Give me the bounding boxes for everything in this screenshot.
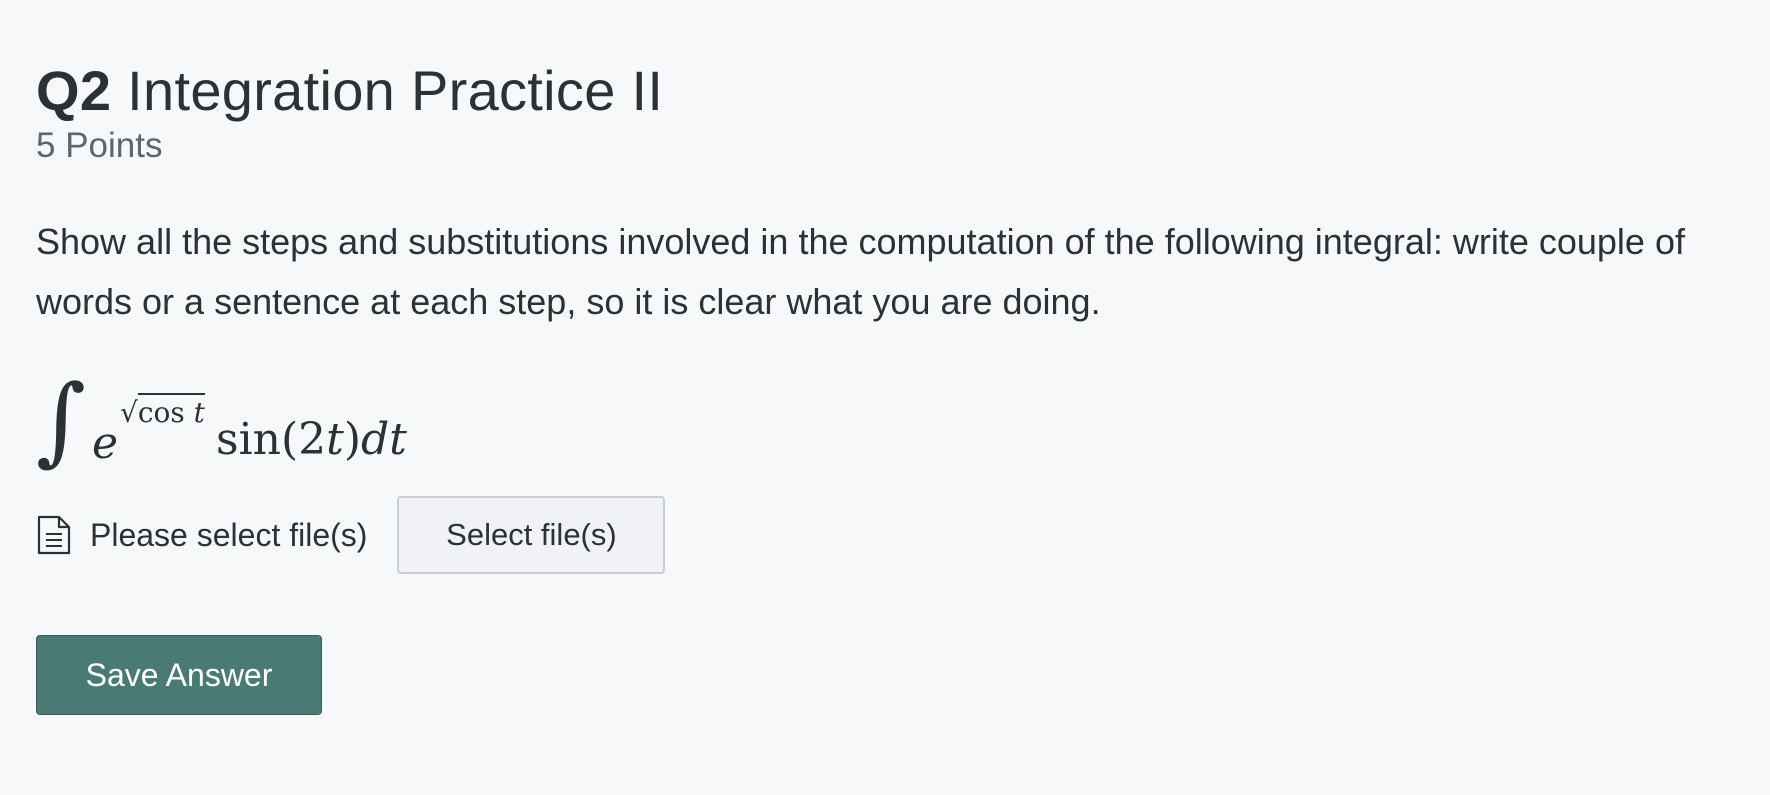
question-points: 5 Points <box>36 126 163 165</box>
question-prompt: Show all the steps and substitutions inv… <box>36 221 1685 322</box>
document-icon <box>37 515 71 555</box>
question-title: Q2 Integration Practice II <box>36 58 1736 124</box>
formula-differential: dt <box>361 414 407 465</box>
formula-rest: sin(2t)dt <box>216 414 407 465</box>
question-title-text: Integration Practice II <box>127 59 664 122</box>
sqrt-radicand: cos t <box>137 393 205 429</box>
sqrt-sign: √ <box>120 396 138 429</box>
formula-func: sin(2 <box>216 414 327 465</box>
formula-base: e <box>92 418 119 469</box>
formula-exponent: √cos t <box>120 393 205 429</box>
integral-sign: ∫ <box>36 364 87 476</box>
file-upload-row: Please select file(s) Select file(s) <box>36 495 1736 575</box>
select-files-button[interactable]: Select file(s) <box>397 496 666 574</box>
formula-func-var: t <box>326 414 344 465</box>
question-panel: Q2 Integration Practice II 5 Points Show… <box>36 58 1736 715</box>
question-number: Q2 <box>36 59 112 122</box>
integral-formula: ∫ e √cos t sin(2t)dt <box>36 372 1736 493</box>
radicand-var: t <box>193 396 205 429</box>
save-answer-button[interactable]: Save Answer <box>36 635 322 715</box>
formula-func-close: ) <box>343 414 362 465</box>
radicand-func: cos <box>137 396 185 429</box>
file-status-text: Please select file(s) <box>90 516 368 553</box>
